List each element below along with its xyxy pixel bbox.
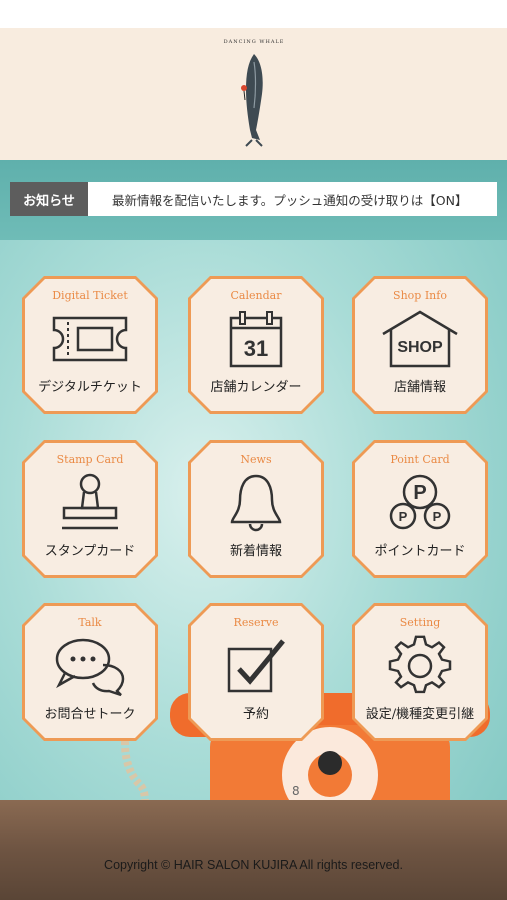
menu-tile-english-label: Digital Ticket	[52, 289, 128, 302]
checkbox-icon	[223, 633, 289, 699]
menu-tile-label: デジタルチケット	[38, 380, 142, 395]
calendar-icon: 31	[225, 306, 287, 372]
notice-text: 最新情報を配信いたします。プッシュ通知の受け取りは【ON】	[112, 192, 468, 208]
notice-bar[interactable]: お知らせ 最新情報を配信いたします。プッシュ通知の受け取りは【ON】	[10, 182, 497, 216]
menu-tile-stamp[interactable]: Stamp Card スタンプカード	[22, 440, 158, 578]
points-icon-text-large: P	[413, 482, 426, 504]
shop-icon: SHOP	[379, 306, 461, 372]
menu-tile-body[interactable]: Digital Ticket デジタルチケット	[25, 279, 155, 411]
whale-logo-icon	[241, 54, 263, 147]
menu-tile-english-label: Point Card	[390, 453, 450, 466]
points-icon: PPP	[387, 470, 453, 536]
menu-tile-label: スタンプカード	[44, 544, 136, 559]
menu-tile-label: 予約	[242, 707, 269, 722]
calendar-icon-text: 31	[244, 336, 268, 361]
menu-tile-body[interactable]: Reserve 予約	[191, 606, 321, 738]
menu-tile-label: 店舗情報	[393, 380, 446, 395]
app-header: DANCING WHALE	[0, 28, 507, 160]
menu-tile-english-label: Reserve	[233, 616, 279, 629]
logo-text: DANCING WHALE	[223, 39, 285, 45]
wooden-table	[0, 800, 507, 900]
bell-icon	[226, 470, 286, 536]
menu-tile-shop[interactable]: Shop Info SHOP 店舗情報	[352, 276, 488, 414]
menu-tile-label: 店舗カレンダー	[210, 380, 302, 395]
menu-tile-body[interactable]: Shop Info SHOP 店舗情報	[355, 279, 485, 411]
gear-icon	[388, 633, 452, 699]
svg-text:8: 8	[292, 784, 300, 798]
menu-tile-english-label: Setting	[399, 616, 441, 629]
points-icon-text-left: P	[399, 509, 408, 524]
menu-tile-chat[interactable]: Talk お問合せトーク	[22, 603, 158, 741]
menu-tile-body[interactable]: Calendar 31 店舗カレンダー	[191, 279, 321, 411]
menu-tile-label: 設定/機種変更引継	[365, 707, 475, 722]
menu-tile-body[interactable]: Talk お問合せトーク	[25, 606, 155, 738]
menu-tile-bell[interactable]: News 新着情報	[188, 440, 324, 578]
menu-tile-label: 新着情報	[229, 544, 282, 559]
notice-label: お知らせ	[10, 182, 88, 216]
menu-tile-ticket[interactable]: Digital Ticket デジタルチケット	[22, 276, 158, 414]
points-icon-text-right: P	[433, 509, 442, 524]
menu-tile-label: ポイントカード	[374, 544, 466, 559]
chat-icon	[51, 633, 129, 699]
stamp-icon	[58, 470, 122, 536]
menu-tile-english-label: Calendar	[230, 289, 282, 302]
menu-tile-checkbox[interactable]: Reserve 予約	[188, 603, 324, 741]
menu-tile-gear[interactable]: Setting 設定/機種変更引継	[352, 603, 488, 741]
menu-tile-english-label: Talk	[78, 616, 102, 629]
menu-tile-body[interactable]: Setting 設定/機種変更引継	[355, 606, 485, 738]
menu-tile-english-label: Shop Info	[393, 289, 447, 302]
menu-tile-body[interactable]: Stamp Card スタンプカード	[25, 443, 155, 575]
menu-tile-body[interactable]: News 新着情報	[191, 443, 321, 575]
menu-tile-english-label: Stamp Card	[56, 453, 124, 466]
status-strip	[0, 0, 507, 28]
ticket-icon	[50, 306, 130, 372]
menu-tile-label: お問合せトーク	[44, 707, 136, 722]
menu-tile-body[interactable]: Point Card P P P ポイントカード	[355, 443, 485, 575]
menu-tile-calendar[interactable]: Calendar 31 店舗カレンダー	[188, 276, 324, 414]
copyright-text: Copyright © HAIR SALON KUJIRA All rights…	[104, 858, 403, 872]
menu-tile-points[interactable]: Point Card P P P ポイントカード	[352, 440, 488, 578]
notice-band: お知らせ 最新情報を配信いたします。プッシュ通知の受け取りは【ON】	[0, 160, 507, 240]
shop-icon-text: SHOP	[397, 339, 443, 356]
menu-tile-english-label: News	[240, 453, 272, 466]
salon-logo: DANCING WHALE	[214, 38, 294, 156]
